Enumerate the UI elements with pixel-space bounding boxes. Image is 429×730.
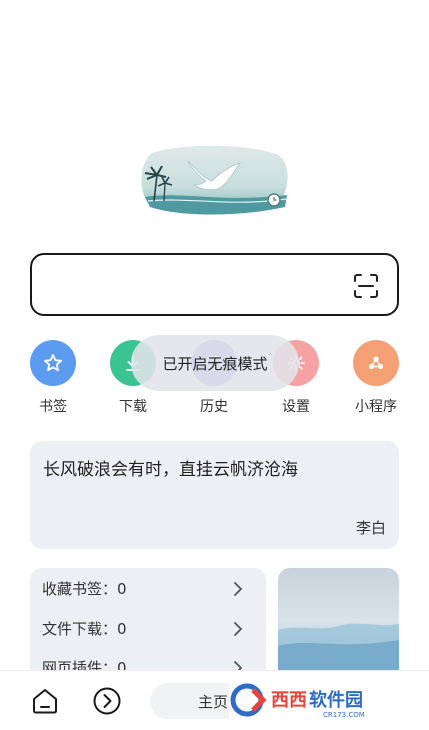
quick-link-label: 设置	[282, 399, 310, 415]
incognito-toast: 已开启无痕模式	[131, 335, 299, 391]
quick-link-mini-programs[interactable]: 小程序	[341, 340, 411, 416]
seagull-logo-image	[141, 145, 288, 215]
quick-link-label: 历史	[200, 399, 228, 415]
stat-label: 文件下载：0	[42, 620, 127, 638]
scan-icon[interactable]	[353, 273, 379, 299]
stat-row-bookmarks[interactable]: 收藏书签：0	[42, 578, 252, 602]
chevron-right-icon	[234, 582, 243, 596]
chevron-right-icon	[234, 622, 243, 636]
search-input[interactable]	[48, 267, 348, 303]
svg-text:软件园: 软件园	[309, 689, 363, 711]
browser-home-page: 书签 下载 历史 设置 小程序 已开启无痕模式 长风破浪会有时，直挂云帆济沧海 …	[0, 0, 429, 730]
svg-text:CR173.COM: CR173.COM	[323, 711, 365, 719]
stat-row-downloads[interactable]: 文件下载：0	[42, 618, 252, 642]
tab-label: 主页	[198, 692, 229, 711]
quick-link-label: 小程序	[355, 399, 397, 415]
mini-program-icon	[353, 340, 399, 386]
stat-label: 收藏书签：0	[42, 580, 127, 598]
svg-text:西西: 西西	[271, 690, 307, 711]
search-box[interactable]	[30, 253, 399, 316]
quote-text: 长风破浪会有时，直挂云帆济沧海	[43, 460, 298, 480]
forward-icon[interactable]	[92, 686, 122, 716]
home-icon[interactable]	[31, 687, 59, 715]
quick-link-bookmarks[interactable]: 书签	[18, 340, 88, 416]
quick-link-label: 下载	[119, 399, 147, 415]
site-watermark-logo: 西西 软件园 CR173.COM	[229, 680, 409, 720]
quote-author: 李白	[355, 519, 386, 537]
quote-card[interactable]: 长风破浪会有时，直挂云帆济沧海 李白	[30, 441, 399, 549]
quick-link-label: 书签	[39, 399, 67, 415]
star-icon	[30, 340, 76, 386]
